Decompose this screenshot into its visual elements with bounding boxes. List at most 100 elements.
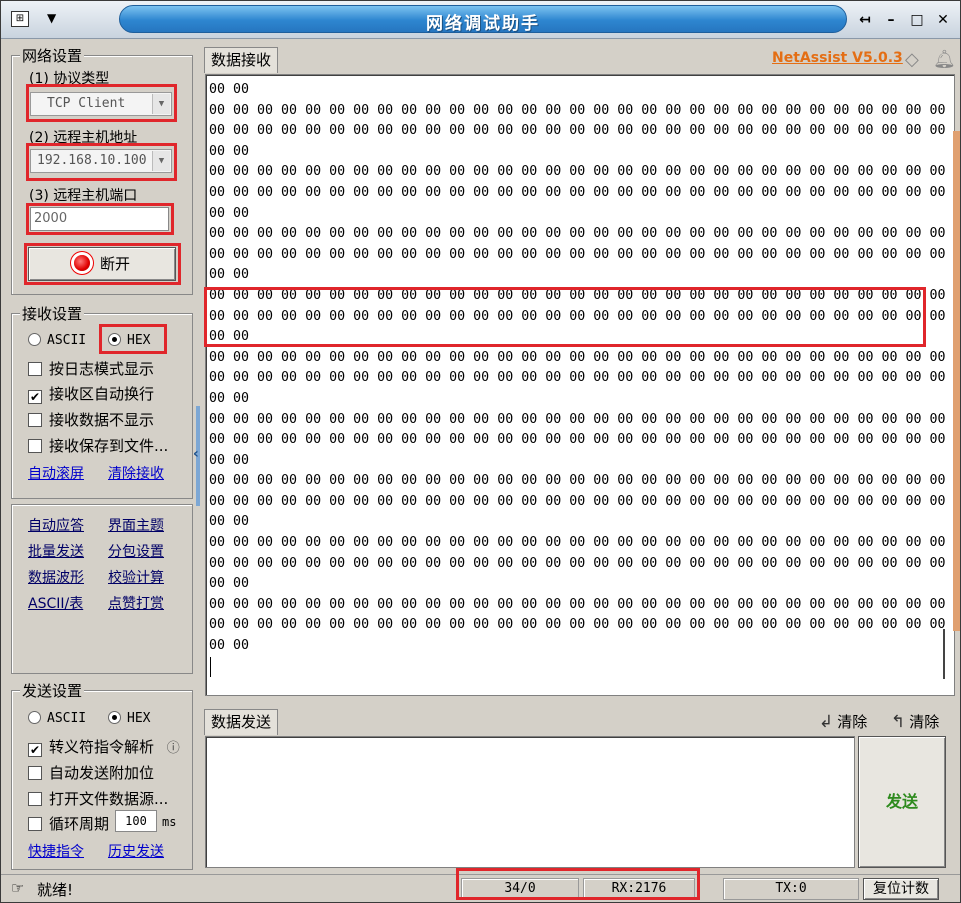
radio-off-icon[interactable] [28, 333, 41, 346]
receive-line: 00 00 00 00 00 00 00 00 00 00 00 00 00 0… [209, 473, 955, 489]
receive-line: 00 00 [209, 390, 250, 406]
highlight-received-packet [204, 287, 926, 347]
send-ascii-label: ASCII [47, 711, 87, 726]
checkbox-icon[interactable] [28, 413, 42, 427]
log-mode-label: 按日志模式显示 [49, 360, 155, 378]
port-label: (3) 远程主机端口 [29, 188, 138, 204]
checkbox-icon[interactable] [28, 766, 42, 780]
save-to-file-checkbox[interactable]: 接收保存到文件... [28, 435, 168, 456]
collapse-left-icon[interactable]: ‹ [193, 446, 199, 462]
minimize-button[interactable]: – [882, 11, 900, 29]
packet-settings-link[interactable]: 分包设置 [108, 541, 164, 561]
history-send-link[interactable]: 历史发送 [108, 841, 164, 861]
append-bits-checkbox[interactable]: 自动发送附加位 [28, 762, 154, 783]
highlight-disconnect [24, 243, 181, 285]
receive-line: 00 00 [209, 514, 250, 530]
send-button[interactable]: 发送 [858, 736, 946, 868]
receive-area[interactable]: 00 00 00 00 00 00 00 00 00 00 00 00 00 00… [205, 74, 955, 696]
file-source-label: 打开文件数据源... [49, 790, 169, 808]
receive-line: 00 00 [209, 82, 250, 97]
scrollbar-thumb[interactable] [943, 629, 945, 679]
receive-line: 00 00 00 00 00 00 00 00 00 00 00 00 00 0… [209, 164, 955, 180]
diamond-icon[interactable]: ◇ [905, 49, 919, 70]
shortcut-commands-link[interactable]: 快捷指令 [28, 841, 84, 861]
checkbox-icon[interactable] [28, 792, 42, 806]
pin-icon[interactable]: ↤ [856, 11, 874, 29]
checkbox-icon[interactable] [28, 439, 42, 453]
clear-send-2-label: 清除 [909, 713, 940, 731]
app-window: ⊞ ▼ 网络调试助手 ↤ – □ ✕ 网络设置 (1) 协议类型 TCP Cli… [0, 0, 961, 903]
receive-line: 00 00 00 00 00 00 00 00 00 00 00 00 00 0… [209, 617, 955, 633]
log-mode-checkbox[interactable]: 按日志模式显示 [28, 358, 154, 379]
hide-data-checkbox[interactable]: 接收数据不显示 [28, 409, 154, 430]
receive-scrollbar[interactable] [936, 79, 952, 691]
file-source-checkbox[interactable]: 打开文件数据源... [28, 788, 168, 809]
receive-line: 00 00 00 00 00 00 00 00 00 00 00 00 00 0… [209, 432, 955, 448]
loop-checkbox[interactable]: 循环周期 [28, 813, 109, 834]
window-controls: ↤ – □ ✕ [856, 9, 952, 31]
clear-arrow-icon[interactable]: ↲ [819, 712, 833, 732]
clear-send-1-label: 清除 [837, 713, 868, 731]
send-ascii-radio[interactable]: ASCII [28, 711, 86, 726]
reset-count-button[interactable]: 复位计数 [863, 878, 939, 900]
auto-scroll-link[interactable]: 自动滚屏 [28, 463, 84, 483]
auto-reply-link[interactable]: 自动应答 [28, 515, 84, 535]
receive-line: 00 00 [209, 267, 250, 283]
receive-text: 00 00 00 00 00 00 00 00 00 00 00 00 00 00… [209, 80, 955, 657]
append-bits-label: 自动发送附加位 [49, 764, 155, 782]
receive-line: 00 00 00 00 00 00 00 00 00 00 00 00 00 0… [209, 555, 955, 571]
tab-receive[interactable]: 数据接收 [204, 47, 279, 73]
checkbox-icon[interactable] [28, 817, 42, 831]
title-bar[interactable]: ⊞ ▼ 网络调试助手 ↤ – □ ✕ [1, 1, 960, 39]
send-hex-radio[interactable]: HEX [108, 711, 150, 726]
maximize-button[interactable]: □ [908, 11, 926, 29]
hand-pointer-icon: ☞ [11, 879, 25, 897]
bell-icon[interactable]: 🔔︎ [933, 49, 956, 70]
send-input[interactable] [205, 736, 855, 868]
escape-parse-checkbox[interactable]: ✔ 转义符指令解析 ⓘ [28, 736, 180, 757]
highlight-counters [456, 868, 700, 900]
status-ready: 就绪! [37, 881, 74, 899]
waveform-link[interactable]: 数据波形 [28, 567, 84, 587]
tab-send[interactable]: 数据发送 [204, 709, 279, 735]
clear-send-2[interactable]: ↰ 清除 [891, 711, 939, 732]
receive-line: 00 00 00 00 00 00 00 00 00 00 00 00 00 0… [209, 246, 955, 262]
radio-off-icon[interactable] [28, 711, 41, 724]
receive-line: 00 00 00 00 00 00 00 00 00 00 00 00 00 0… [209, 370, 955, 386]
app-network-icon[interactable]: ⊞ [11, 11, 29, 27]
highlight-hex [99, 324, 167, 354]
ascii-table-link[interactable]: ASCII/表 [28, 593, 83, 613]
auto-wrap-checkbox[interactable]: ✔ 接收区自动换行 [28, 383, 154, 404]
donate-link[interactable]: 点赞打赏 [108, 593, 164, 613]
clear-receive-link[interactable]: 清除接收 [108, 463, 164, 483]
receive-line: 00 00 [209, 576, 250, 592]
checksum-link[interactable]: 校验计算 [108, 567, 164, 587]
hide-data-label: 接收数据不显示 [49, 411, 155, 429]
brand-link[interactable]: NetAssist V5.0.3 [772, 50, 903, 66]
tx-counter: TX:0 [723, 878, 859, 900]
close-button[interactable]: ✕ [934, 11, 952, 29]
panel-splitter[interactable]: ‹ [193, 406, 202, 506]
theme-link[interactable]: 界面主题 [108, 515, 164, 535]
batch-send-link[interactable]: 批量发送 [28, 541, 84, 561]
receive-line: 00 00 [209, 205, 250, 221]
highlight-host [26, 143, 177, 181]
receive-line: 00 00 00 00 00 00 00 00 00 00 00 00 00 0… [209, 535, 955, 551]
recv-ascii-radio[interactable]: ASCII [28, 333, 86, 348]
receive-line: 00 00 [209, 143, 250, 159]
send-hex-label: HEX [127, 711, 151, 726]
checkmark-icon[interactable]: ✔ [28, 390, 42, 404]
clear-arrow-up-icon[interactable]: ↰ [891, 712, 905, 732]
checkmark-icon[interactable]: ✔ [28, 743, 42, 757]
receive-settings-title: 接收设置 [20, 303, 85, 324]
recv-ascii-label: ASCII [47, 333, 87, 348]
system-menu[interactable]: ⊞ ▼ [9, 9, 69, 31]
chevron-down-icon[interactable]: ▼ [47, 11, 56, 25]
checkbox-icon[interactable] [28, 362, 42, 376]
clear-send-1[interactable]: ↲ 清除 [819, 711, 867, 732]
loop-period-input[interactable]: 100 [115, 810, 157, 832]
info-icon[interactable]: ⓘ [167, 741, 180, 756]
network-settings-title: 网络设置 [20, 45, 85, 66]
radio-on-icon[interactable] [108, 711, 121, 724]
receive-line: 00 00 00 00 00 00 00 00 00 00 00 00 00 0… [209, 102, 955, 118]
